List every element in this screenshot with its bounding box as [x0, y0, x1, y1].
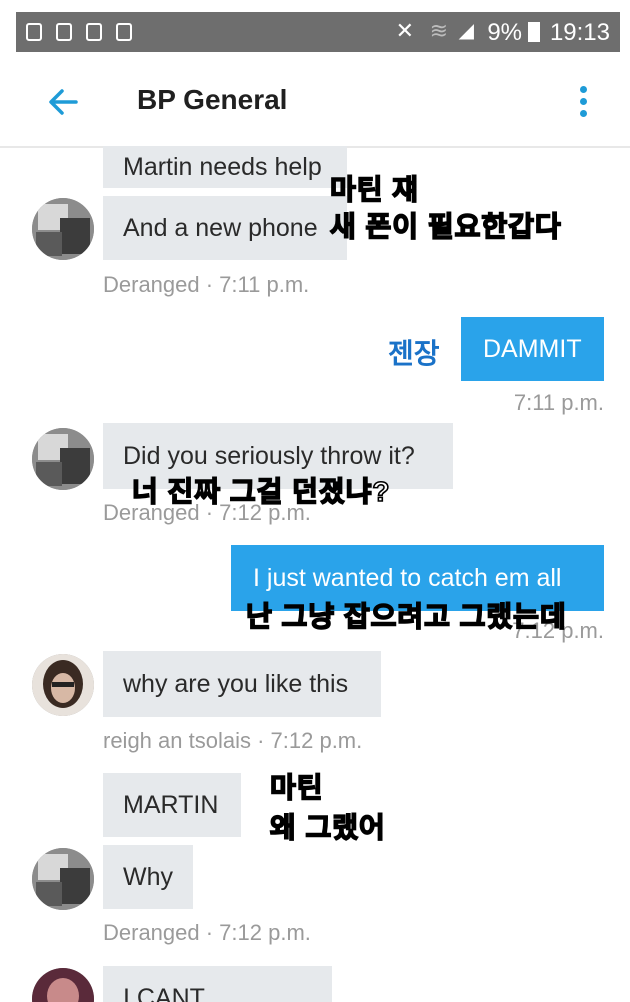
battery-percent: 9%: [487, 19, 522, 46]
avatar-image: [32, 654, 94, 716]
message-text: And a new phone: [123, 213, 318, 242]
battery-icon: [528, 22, 540, 42]
menu-dot: [580, 86, 587, 93]
message-meta: 7:11 p.m.: [513, 390, 604, 415]
chat-screen: ✕ ≋ ◢ 9% 19:13 BP General Martin needs h…: [0, 0, 630, 1002]
message-meta: reigh an tsolais · 7:12 p.m.: [103, 728, 363, 753]
message-bubble-outgoing[interactable]: DAMMIT: [461, 317, 604, 381]
message-text: I CANT BELIEVE: [123, 984, 205, 1002]
wifi-icon: ≋: [429, 18, 448, 43]
message-text: MARTIN: [123, 790, 219, 819]
message-text: Why: [123, 862, 173, 891]
message-bubble[interactable]: MARTIN: [103, 773, 241, 837]
clipboard-icon: [86, 23, 102, 41]
alert-icon: [26, 23, 42, 41]
message-text: why are you like this: [123, 669, 349, 698]
menu-dot: [580, 98, 587, 105]
mute-icon: ✕: [395, 18, 414, 43]
message-bubble[interactable]: Why: [103, 845, 193, 909]
avatar-image: [32, 198, 94, 260]
back-arrow-icon: [49, 89, 78, 115]
message-bubble[interactable]: I CANT BELIEVE: [103, 966, 332, 1002]
message-text: Did you seriously throw it?: [123, 441, 415, 470]
avatar[interactable]: [32, 968, 94, 1002]
avatar[interactable]: [32, 848, 94, 910]
signal-icon: ◢: [458, 20, 474, 42]
message-bubble[interactable]: And a new phone: [103, 196, 347, 260]
message-meta: Deranged · 7:12 p.m.: [103, 920, 311, 945]
menu-dot: [580, 110, 587, 117]
status-bar: ✕ ≋ ◢ 9% 19:13: [0, 0, 630, 58]
avatar[interactable]: [32, 198, 94, 260]
overlay-caption: 마틴 쟤: [329, 173, 420, 206]
overlay-caption: 왜 그랬어: [269, 811, 386, 844]
overlay-caption: 새 폰이 필요한갑다: [329, 210, 562, 243]
overlay-caption: 난 그냥 잡으려고 그랬는데: [245, 600, 567, 633]
page-title: BP General: [137, 84, 288, 115]
image-icon: [56, 23, 72, 41]
avatar[interactable]: [32, 654, 94, 716]
avatar[interactable]: [32, 428, 94, 490]
message-bubble[interactable]: Martin needs help: [103, 146, 347, 188]
overlay-caption: 마틴: [269, 771, 324, 804]
message-meta: Deranged · 7:11 p.m.: [103, 272, 310, 297]
avatar-image: [32, 848, 94, 910]
more-options-button[interactable]: [566, 78, 602, 126]
message-text: I just wanted to catch em all: [253, 563, 562, 592]
status-time: 19:13: [549, 19, 610, 46]
overlay-caption: 너 진짜 그걸 던졌냐?: [131, 475, 391, 508]
message-text: DAMMIT: [483, 334, 582, 363]
overlay-caption: 젠장: [388, 338, 440, 369]
app-bar: BP General: [0, 58, 630, 148]
sd-card-icon: [116, 23, 132, 41]
back-button[interactable]: [40, 78, 88, 126]
message-text: Martin needs help: [123, 152, 322, 181]
status-bar-inner: ✕ ≋ ◢ 9% 19:13: [16, 12, 620, 52]
avatar-image: [32, 968, 94, 1002]
message-bubble[interactable]: why are you like this: [103, 651, 381, 717]
avatar-image: [32, 428, 94, 490]
